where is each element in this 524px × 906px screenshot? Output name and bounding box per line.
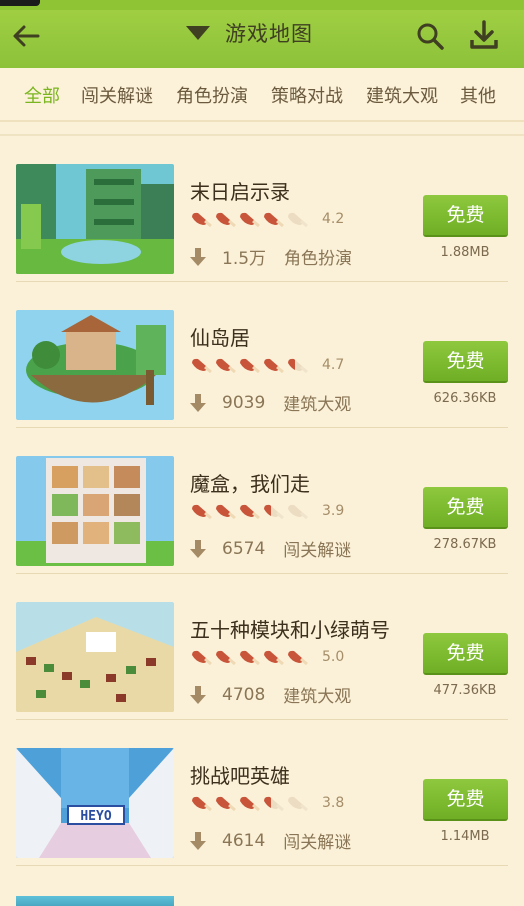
meat-icon — [216, 650, 236, 665]
rating-score: 4.2 — [322, 211, 345, 227]
file-size: 278.67KB — [433, 537, 497, 552]
list-item[interactable]: HEYO 挑战吧英雄 3.8 4614 闯关解谜 免费 1.14MB — [0, 720, 524, 866]
meat-icon — [264, 358, 284, 373]
map-name: 魔盒，我们走 — [190, 472, 310, 496]
map-category: 角色扮演 — [284, 249, 353, 269]
meat-icon — [192, 504, 212, 519]
rating-score: 4.7 — [322, 357, 345, 373]
file-size: 1.88MB — [440, 245, 490, 260]
tab-puzzle[interactable]: 闯关解谜 — [81, 82, 153, 108]
file-size: 1.14MB — [440, 829, 490, 844]
meat-icon — [216, 358, 236, 373]
tab-strategy[interactable]: 策略对战 — [271, 82, 343, 108]
download-arrow-icon — [190, 685, 206, 704]
tab-other[interactable]: 其他 — [460, 82, 496, 108]
file-size: 626.36KB — [433, 391, 497, 406]
tab-roleplay[interactable]: 角色扮演 — [176, 82, 248, 108]
category-tabs: 全部 闯关解谜 角色扮演 策略对战 建筑大观 其他 — [0, 68, 524, 122]
meat-icon — [216, 504, 236, 519]
search-icon[interactable] — [416, 22, 444, 50]
map-name: 五十种模块和小绿萌号 — [190, 618, 390, 642]
meat-empty-icon — [288, 504, 308, 519]
meat-icon — [240, 650, 260, 665]
meat-icon — [288, 650, 308, 665]
map-name: 挑战吧英雄 — [190, 764, 290, 788]
map-thumbnail-partial — [16, 896, 174, 906]
page-title: 游戏地图 — [225, 22, 313, 46]
meat-icon — [240, 796, 260, 811]
meat-icon — [192, 358, 212, 373]
download-info: 1.5万 角色扮演 — [190, 244, 352, 269]
map-category: 闯关解谜 — [283, 833, 352, 853]
free-download-button[interactable]: 免费 — [423, 195, 508, 237]
free-download-button[interactable]: 免费 — [423, 341, 508, 383]
meat-icon — [192, 212, 212, 227]
meat-icon — [240, 504, 260, 519]
meat-half-icon — [264, 796, 284, 811]
download-icon[interactable] — [469, 20, 499, 50]
title-dropdown[interactable]: 游戏地图 — [185, 18, 313, 48]
meat-icon — [216, 212, 236, 227]
download-info: 4708 建筑大观 — [190, 682, 351, 707]
meat-empty-icon — [288, 796, 308, 811]
download-arrow-icon — [190, 393, 206, 412]
map-name: 仙岛居 — [190, 326, 250, 350]
free-download-button[interactable]: 免费 — [423, 633, 508, 675]
meat-icon — [216, 796, 236, 811]
map-thumbnail — [16, 456, 174, 566]
meat-icon — [192, 796, 212, 811]
map-category: 闯关解谜 — [283, 541, 352, 561]
download-count: 9039 — [222, 392, 266, 413]
list-item[interactable]: 末日启示录 4.2 1.5万 角色扮演 免费 1.88MB — [0, 136, 524, 282]
row-divider — [16, 865, 508, 866]
download-arrow-icon — [190, 831, 206, 850]
map-thumbnail — [16, 310, 174, 420]
free-download-button[interactable]: 免费 — [423, 779, 508, 821]
download-count: 4614 — [222, 830, 266, 851]
meat-half-icon — [288, 358, 308, 373]
tab-all[interactable]: 全部 — [24, 82, 60, 108]
meat-icon — [264, 212, 284, 227]
download-info: 6574 闯关解谜 — [190, 536, 351, 561]
rating-score: 3.9 — [322, 503, 345, 519]
file-size: 477.36KB — [433, 683, 497, 698]
rating-stars: 4.2 — [190, 210, 344, 228]
download-info: 9039 建筑大观 — [190, 390, 351, 415]
rating-stars: 5.0 — [190, 648, 344, 666]
meat-icon — [240, 212, 260, 227]
meat-icon — [192, 650, 212, 665]
meat-icon — [264, 650, 284, 665]
meat-empty-icon — [288, 212, 308, 227]
dropdown-triangle-icon — [186, 26, 210, 40]
download-count: 1.5万 — [222, 249, 267, 269]
map-category: 建筑大观 — [283, 395, 352, 415]
rating-stars: 4.7 — [190, 356, 344, 374]
list-item[interactable]: 仙岛居 4.7 9039 建筑大观 免费 626.36KB — [0, 282, 524, 428]
map-category: 建筑大观 — [283, 687, 352, 707]
download-info: 4614 闯关解谜 — [190, 828, 351, 853]
map-name: 末日启示录 — [190, 180, 290, 204]
status-bar — [0, 0, 524, 10]
rating-score: 3.8 — [322, 795, 345, 811]
header-bar: 游戏地图 — [0, 0, 524, 68]
thumbnail-sign: HEYO — [80, 809, 111, 824]
list-item[interactable]: 五十种模块和小绿萌号 5.0 4708 建筑大观 免费 477.36KB — [0, 574, 524, 720]
download-arrow-icon — [190, 539, 206, 558]
free-download-button[interactable]: 免费 — [423, 487, 508, 529]
rating-score: 5.0 — [322, 649, 345, 665]
rating-stars: 3.9 — [190, 502, 344, 520]
download-arrow-icon — [190, 247, 206, 266]
rating-stars: 3.8 — [190, 794, 344, 812]
meat-icon — [240, 358, 260, 373]
download-count: 4708 — [222, 684, 266, 705]
list-item[interactable]: 魔盒，我们走 3.9 6574 闯关解谜 免费 278.67KB — [0, 428, 524, 574]
map-thumbnail — [16, 164, 174, 274]
tab-building[interactable]: 建筑大观 — [366, 82, 438, 108]
meat-half-icon — [264, 504, 284, 519]
download-count: 6574 — [222, 538, 266, 559]
back-arrow-icon[interactable] — [10, 20, 42, 52]
map-thumbnail — [16, 602, 174, 712]
map-thumbnail: HEYO — [16, 748, 174, 858]
